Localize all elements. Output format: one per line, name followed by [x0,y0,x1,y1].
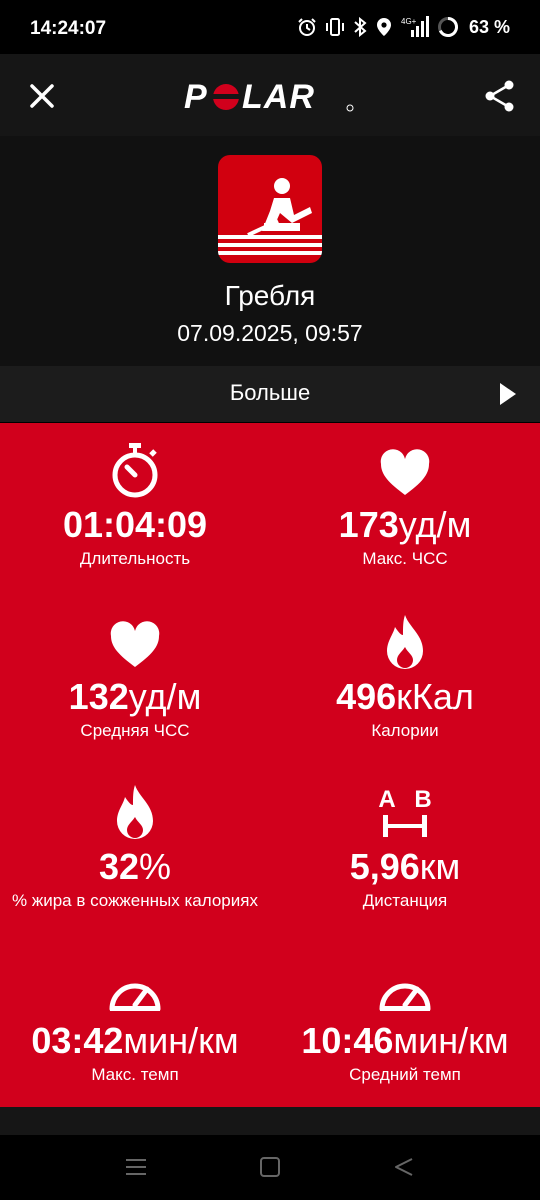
status-icons: 4G+ 63 % [297,16,510,38]
play-arrow-icon [500,383,516,405]
calories-unit: кКал [396,676,474,717]
distance-label: Дистанция [362,891,448,910]
battery-percent: 63 % [468,16,510,37]
avg-hr-unit: уд/м [128,676,202,717]
flame-icon [117,785,153,839]
avg-pace-label: Средний темп [349,1065,461,1084]
status-time: 14:24:07 [30,18,107,39]
close-button[interactable] [22,76,62,116]
distance-icon-b: B [414,786,431,813]
workout-summary: Гребля 07.09.2025, 09:57 [0,136,540,366]
calories-label: Калории [371,721,439,740]
system-nav-bar [0,1135,540,1200]
max-hr-value: 173 [338,504,399,545]
distance-unit: км [419,846,461,887]
avg-pace-value: 10:46 [301,1020,394,1061]
max-pace-value: 03:42 [31,1020,124,1061]
fat-percent-label: % жира в сожженных калориях [12,891,258,910]
share-icon [485,80,514,112]
stat-avg-hr: 132уд/м Средняя ЧСС [0,619,270,741]
heart-icon [110,621,160,667]
stats-grid: 01:04:09 Длительность 173уд/м Макс. ЧСС … [0,423,540,1107]
rowing-icon [218,155,322,263]
avg-hr-value: 132 [68,676,129,717]
duration-value: 01:04:09 [62,504,208,545]
battery-icon [437,17,458,37]
stat-duration: 01:04:09 Длительность [0,441,270,569]
vibrate-icon [325,18,344,36]
speedometer-icon [379,983,431,1011]
menu-icon [126,1159,146,1175]
recent-apps-button[interactable] [124,1155,148,1184]
fat-percent-value: 32 [98,846,140,887]
distance-icon-a: A [378,786,395,813]
home-square-icon [260,1157,280,1177]
distance-value: 5,96 [349,846,420,887]
fat-percent-unit: % [139,846,172,887]
close-icon [30,84,54,108]
avg-pace-unit: мин/км [393,1020,509,1061]
bluetooth-icon [354,17,367,37]
duration-label: Длительность [79,549,191,568]
more-button[interactable]: Больше [0,366,540,422]
max-hr-label: Макс. ЧСС [362,549,448,568]
calories-value: 496 [336,676,397,717]
flame-icon [387,615,423,669]
status-bar: 14:24:07 4G+ 63 % [0,0,540,58]
stopwatch-icon [112,443,158,498]
max-pace-label: Макс. темп [91,1065,179,1084]
polar-logo: P LAR [184,78,354,116]
signal-icon: 4G+ [401,16,429,37]
max-pace-unit: мин/км [123,1020,239,1061]
svg-text:4G+: 4G+ [401,17,417,26]
workout-date: 07.09.2025, 09:57 [177,320,363,346]
stat-fat-percent: 32% % жира в сожженных калориях [0,783,270,911]
bottom-strip [0,1107,540,1135]
back-button[interactable] [392,1155,416,1184]
stat-max-hr: 173уд/м Макс. ЧСС [270,447,540,569]
app-header: P LAR [0,54,540,136]
stat-avg-pace: 10:46мин/км Средний темп [270,969,540,1085]
stat-max-pace: 03:42мин/км Макс. темп [0,969,270,1085]
distance-ab-icon: A B [378,786,432,837]
svg-text:P: P [184,78,208,116]
location-icon [376,18,391,36]
avg-hr-label: Средняя ЧСС [80,721,190,740]
heart-icon [380,449,430,495]
share-button[interactable] [480,76,520,116]
sport-name: Гребля [224,280,316,311]
alarm-icon [298,18,316,36]
more-label: Больше [229,380,311,405]
max-hr-unit: уд/м [398,504,472,545]
back-triangle-icon [395,1158,413,1176]
stat-calories: 496кКал Калории [270,613,540,741]
speedometer-icon [109,983,161,1011]
stat-distance: A B 5,96км Дистанция [270,783,540,911]
svg-text:LAR: LAR [242,78,315,116]
home-button[interactable] [258,1155,282,1184]
